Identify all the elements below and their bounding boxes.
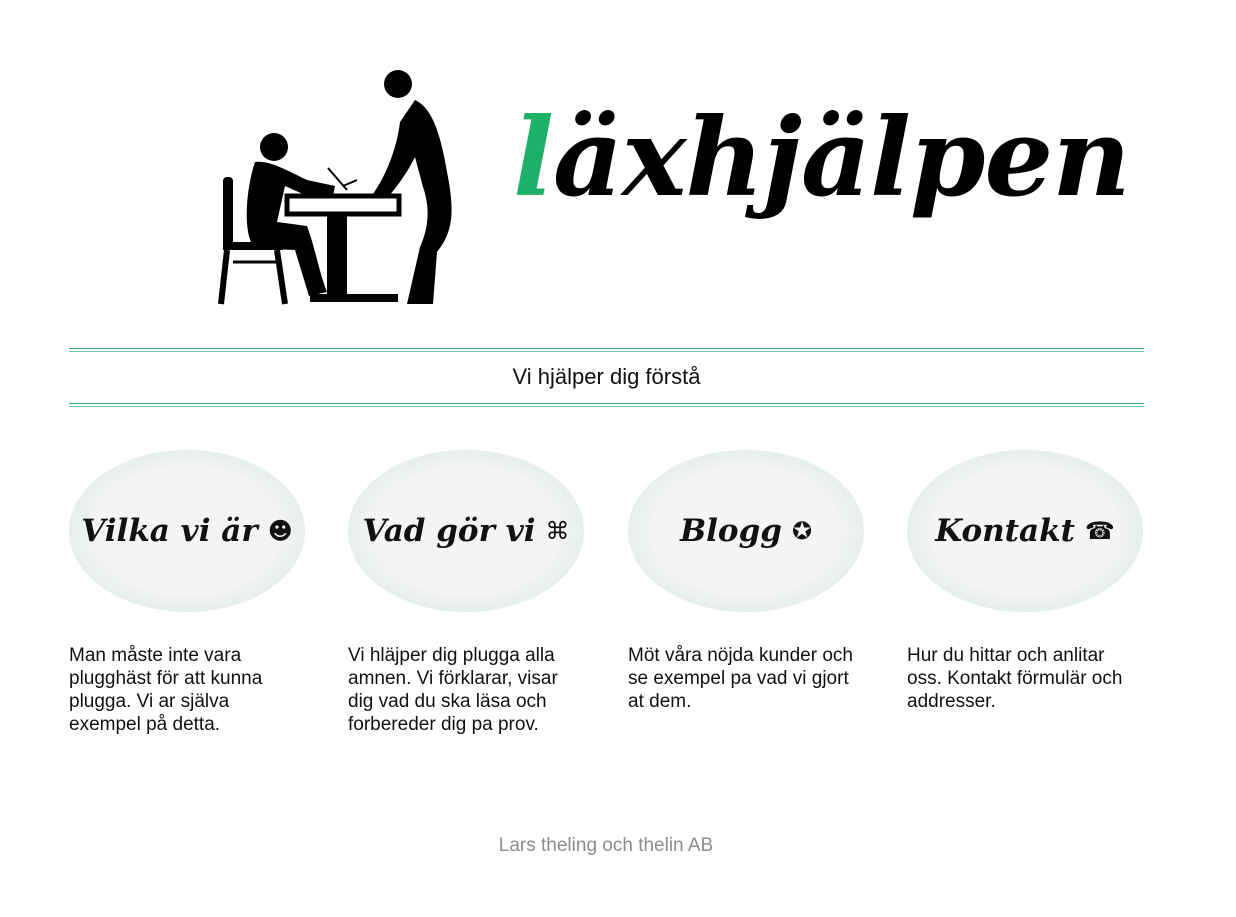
site-logo[interactable]: läxhjälpen — [215, 62, 1131, 312]
nav-bubble-kontakt[interactable]: Kontakt ☎ — [907, 450, 1143, 612]
face-icon: ☻ — [267, 517, 293, 545]
star-circle-icon: ✪ — [791, 517, 813, 545]
card-description: Hur du hittar och anlitar oss. Kontakt f… — [907, 645, 1123, 712]
logo-wordmark-rest: äxhjälpen — [553, 95, 1131, 221]
logo-wordmark: läxhjälpen — [513, 104, 1131, 212]
card-description: Man måste inte vara plugghäst för att ku… — [69, 645, 263, 735]
telephone-icon: ☎ — [1084, 517, 1115, 545]
nav-bubble-label: Blogg — [679, 513, 782, 549]
card-vilka-vi-ar: Vilka vi är ☻ Man måste inte vara pluggh… — [69, 450, 305, 736]
card-description: Möt våra nöjda kunder och se exempel pa … — [628, 645, 853, 712]
command-icon: ⌘ — [545, 517, 570, 545]
nav-bubble-blogg[interactable]: Blogg ✪ — [628, 450, 864, 612]
tagline-bottom-divider-inner — [69, 406, 1144, 407]
tagline: Vi hjälper dig förstå — [512, 364, 701, 389]
nav-bubble-label: Vad gör vi — [362, 513, 536, 549]
nav-bubble-vad-gor-vi[interactable]: Vad gör vi ⌘ — [348, 450, 584, 612]
tagline-bottom-divider — [69, 403, 1144, 404]
student-and-teacher-at-desk-icon — [218, 70, 452, 305]
card-vad-gor-vi: Vad gör vi ⌘ Vi hläjper dig plugga alla … — [348, 450, 584, 736]
card-description: Vi hläjper dig plugga alla amnen. Vi för… — [348, 645, 558, 735]
nav-bubble-label: Kontakt — [935, 513, 1075, 549]
card-kontakt: Kontakt ☎ Hur du hittar och anlitar oss.… — [907, 450, 1143, 713]
tagline-top-divider-inner — [69, 351, 1144, 352]
card-blogg: Blogg ✪ Möt våra nöjda kunder och se exe… — [628, 450, 864, 713]
logo-wordmark-first-letter: l — [513, 95, 554, 221]
tagline-top-divider — [69, 348, 1144, 349]
footer-copyright: Lars theling och thelin AB — [498, 835, 714, 856]
nav-bubble-label: Vilka vi är — [81, 513, 258, 549]
nav-bubble-vilka-vi-ar[interactable]: Vilka vi är ☻ — [69, 450, 305, 612]
